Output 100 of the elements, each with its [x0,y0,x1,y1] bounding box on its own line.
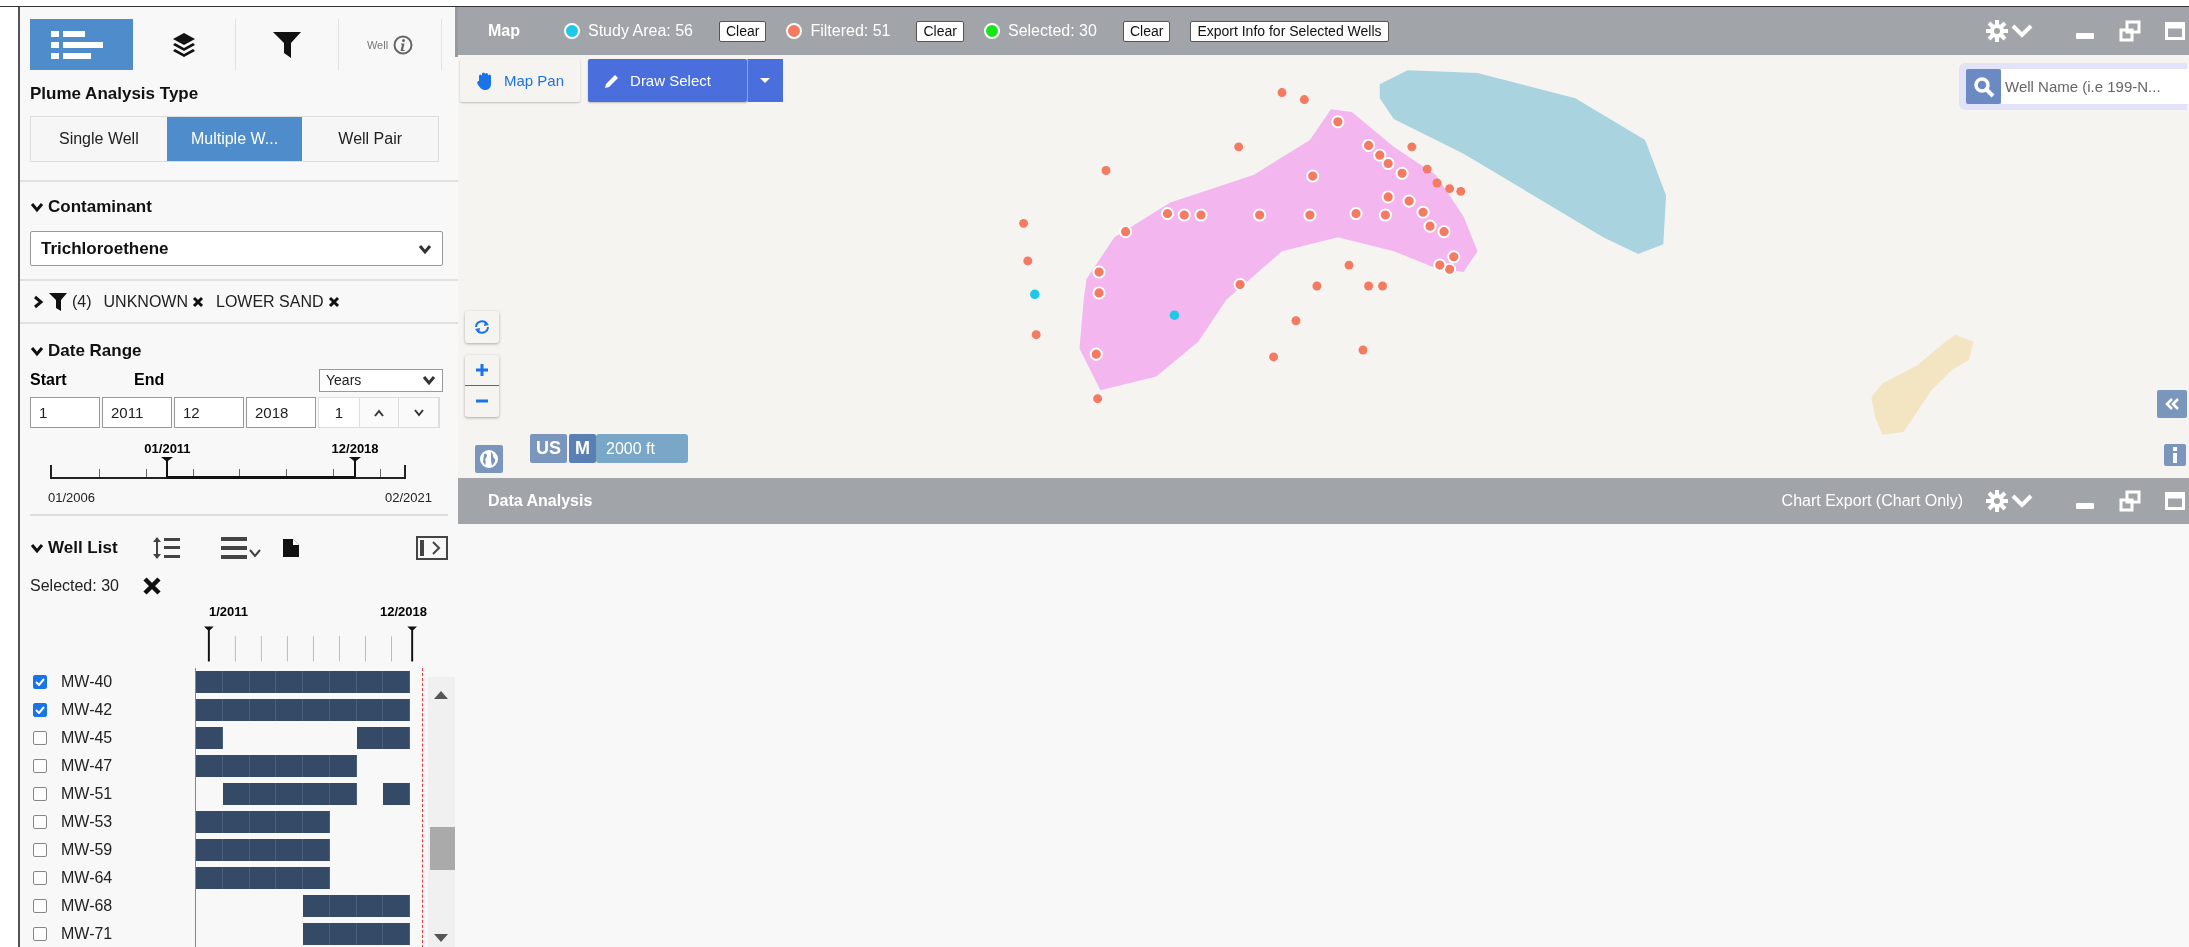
remove-icon[interactable] [192,295,204,308]
well-marker[interactable] [1277,88,1287,97]
segment-button[interactable]: Multiple W... [166,117,303,161]
checkbox[interactable] [33,927,47,941]
export-button[interactable]: Export Info for Selected Wells [1190,20,1389,42]
list-menu-icon[interactable] [221,536,263,560]
date-field[interactable]: 2018 [246,397,316,428]
well-marker[interactable] [1306,169,1320,183]
sort-icon[interactable] [153,536,181,560]
well-marker[interactable] [1169,310,1180,320]
well-marker[interactable] [1416,205,1430,219]
globe-icon[interactable] [479,449,499,469]
well-marker[interactable] [1445,184,1455,194]
chevron-down-icon[interactable] [418,242,432,255]
well-marker[interactable] [1344,260,1354,270]
well-marker[interactable] [1381,190,1395,204]
zoom-in-icon[interactable] [475,362,489,377]
checkbox[interactable] [33,843,47,857]
well-marker[interactable] [1023,256,1033,266]
well-marker[interactable] [1456,186,1466,196]
well-marker[interactable] [1381,157,1395,171]
well-marker[interactable] [1378,281,1387,291]
checkbox[interactable] [33,759,47,773]
well-marker[interactable] [1422,164,1432,174]
well-marker[interactable] [1303,208,1317,222]
chevron-down-icon[interactable] [30,542,44,554]
date-field[interactable]: 12 [174,397,244,428]
checkbox[interactable] [33,815,47,829]
checkbox[interactable] [33,871,47,885]
well-marker[interactable] [1019,218,1029,228]
well-marker[interactable] [1089,347,1103,361]
well-marker[interactable] [1373,148,1387,162]
double-chevron-icon[interactable] [2165,398,2179,410]
checkbox[interactable] [33,703,47,717]
well-marker[interactable] [1194,208,1208,222]
clear-button[interactable]: Clear [1122,20,1171,42]
well-marker[interactable] [1030,289,1040,300]
search-field[interactable]: Well Name (i.e 199-N... [1959,63,2187,110]
date-field[interactable]: 1 [30,397,100,428]
remove-icon[interactable] [327,295,340,308]
well-marker[interactable] [1349,207,1363,221]
scroll-down-icon[interactable] [434,934,448,942]
settings-icon[interactable] [1985,19,2009,43]
maximize-icon[interactable] [2165,21,2185,41]
well-marker[interactable] [1395,166,1409,180]
clear-selection-icon[interactable] [142,577,161,595]
well-marker[interactable] [1407,142,1417,152]
panel-tab[interactable]: Well [339,19,442,70]
well-marker[interactable] [1423,219,1437,233]
well-marker[interactable] [1092,265,1106,279]
well-marker[interactable] [1177,208,1191,222]
info-icon[interactable] [2172,447,2178,463]
well-marker[interactable] [1447,250,1461,264]
tool-button[interactable]: Map Pan [460,59,581,102]
checkbox[interactable] [33,787,47,801]
well-marker[interactable] [1432,178,1442,188]
restore-icon[interactable] [2119,490,2141,512]
well-marker[interactable] [1299,95,1309,104]
slider-handle[interactable] [349,457,362,477]
tool-button[interactable]: Draw Select [588,59,747,102]
well-marker[interactable] [1092,286,1106,300]
well-marker[interactable] [1101,166,1111,175]
well-marker[interactable] [1119,225,1133,239]
well-marker[interactable] [1253,208,1267,222]
contaminant-dropdown[interactable]: Trichloroethene [30,231,443,266]
clear-button[interactable]: Clear [916,20,964,42]
well-marker[interactable] [1312,281,1322,291]
date-field[interactable]: 2011 [102,397,172,428]
clear-button[interactable]: Clear [718,20,767,42]
file-icon[interactable] [283,538,299,558]
well-marker[interactable] [1331,115,1345,129]
checkbox[interactable] [33,675,47,689]
scrollbar-thumb[interactable] [430,827,455,870]
up-icon[interactable] [373,408,385,417]
panel-toggle-icon[interactable] [416,536,448,560]
well-marker[interactable] [1358,345,1368,355]
scroll-up-icon[interactable] [434,691,448,699]
down-icon[interactable] [412,408,425,417]
chevron-right-icon[interactable] [32,294,44,309]
checkbox[interactable] [33,731,47,745]
unit-button[interactable]: M [569,434,596,463]
chevron-down-icon[interactable] [30,201,44,213]
settings-icon[interactable] [1985,489,2009,513]
slider-handle[interactable] [161,457,174,477]
well-marker[interactable] [1364,281,1374,291]
well-marker[interactable] [1233,278,1247,292]
dropdown-button[interactable] [746,59,783,102]
well-marker[interactable] [1437,225,1451,239]
well-marker[interactable] [1291,316,1301,326]
well-marker[interactable] [1269,352,1279,362]
maximize-icon[interactable] [2165,491,2185,511]
well-marker[interactable] [1362,138,1376,152]
chevron-down-icon[interactable] [30,345,44,357]
well-marker[interactable] [1443,262,1457,276]
well-marker[interactable] [1093,394,1103,404]
well-marker[interactable] [1031,330,1041,340]
well-marker[interactable] [1402,194,1416,208]
restore-icon[interactable] [2119,20,2141,42]
well-marker[interactable] [1234,142,1244,152]
checkbox[interactable] [33,899,47,913]
